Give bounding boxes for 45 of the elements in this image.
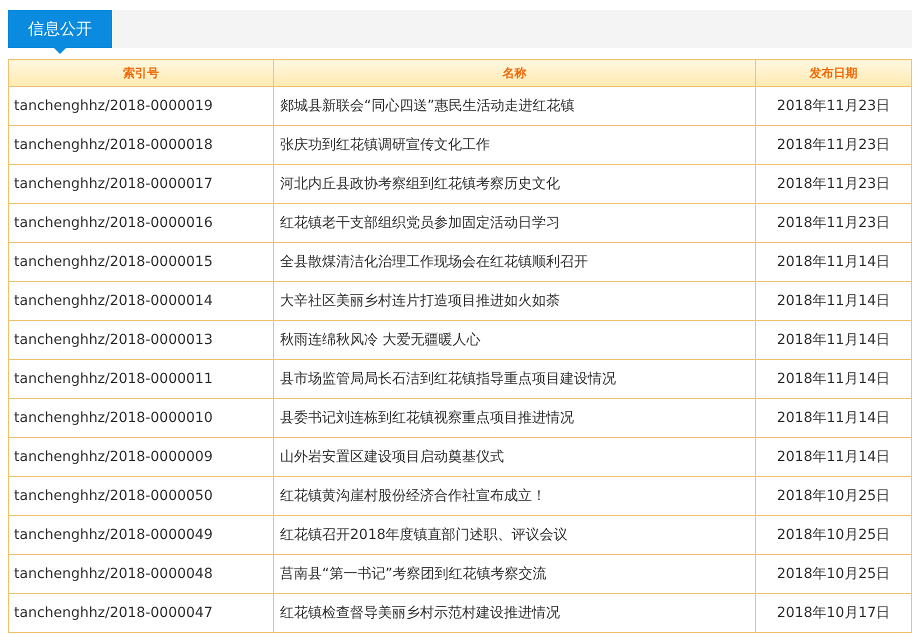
table-cell: tanchenghhz/2018-0000019 [8, 86, 274, 126]
table-cell: tanchenghhz/2018-0000047 [8, 594, 274, 632]
table-cell: 2018年10月25日 [756, 516, 912, 554]
table-cell: 2018年11月14日 [756, 398, 912, 438]
table-cell: tanchenghhz/2018-0000011 [8, 360, 274, 398]
article-link[interactable]: 全县散煤清洁化治理工作现场会在红花镇顺利召开 [274, 242, 756, 282]
column-header: 发布日期 [756, 60, 912, 86]
article-link[interactable]: 山外岩安置区建设项目启动奠基仪式 [274, 438, 756, 476]
table-cell: tanchenghhz/2018-0000018 [8, 126, 274, 164]
table-cell: 2018年11月14日 [756, 242, 912, 282]
table-cell: 2018年11月14日 [756, 320, 912, 360]
table-cell: tanchenghhz/2018-0000014 [8, 282, 274, 320]
table-cell: tanchenghhz/2018-0000050 [8, 476, 274, 516]
table-cell: tanchenghhz/2018-0000049 [8, 516, 274, 554]
table-cell: 2018年11月23日 [756, 204, 912, 242]
table-cell: 2018年10月25日 [756, 554, 912, 594]
table-cell: 2018年11月23日 [756, 164, 912, 204]
table-cell: tanchenghhz/2018-0000009 [8, 438, 274, 476]
article-link[interactable]: 张庆功到红花镇调研宣传文化工作 [274, 126, 756, 164]
article-link[interactable]: 红花镇黄沟崖村股份经济合作社宣布成立！ [274, 476, 756, 516]
article-link[interactable]: 莒南县“第一书记”考察团到红花镇考察交流 [274, 554, 756, 594]
table-cell: tanchenghhz/2018-0000017 [8, 164, 274, 204]
table-cell: tanchenghhz/2018-0000016 [8, 204, 274, 242]
table-cell: 2018年10月17日 [756, 594, 912, 632]
article-link[interactable]: 县市场监管局局长石洁到红花镇指导重点项目建设情况 [274, 360, 756, 398]
column-header: 索引号 [8, 60, 274, 86]
table-cell: 2018年11月14日 [756, 360, 912, 398]
article-link[interactable]: 县委书记刘连栋到红花镇视察重点项目推进情况 [274, 398, 756, 438]
table-cell: tanchenghhz/2018-0000010 [8, 398, 274, 438]
article-link[interactable]: 红花镇召开2018年度镇直部门述职、评议会议 [274, 516, 756, 554]
table-cell: 2018年11月23日 [756, 86, 912, 126]
column-header: 名称 [274, 60, 756, 86]
article-link[interactable]: 红花镇老干支部组织党员参加固定活动日学习 [274, 204, 756, 242]
table-cell: 2018年11月14日 [756, 282, 912, 320]
article-link[interactable]: 河北内丘县政协考察组到红花镇考察历史文化 [274, 164, 756, 204]
table-cell: tanchenghhz/2018-0000015 [8, 242, 274, 282]
article-link[interactable]: 郯城县新联会“同心四送”惠民生活动走进红花镇 [274, 86, 756, 126]
article-link[interactable]: 红花镇检查督导美丽乡村示范村建设推进情况 [274, 594, 756, 632]
article-link[interactable]: 秋雨连绵秋风冷 大爱无疆暖人心 [274, 320, 756, 360]
table-cell: 2018年11月23日 [756, 126, 912, 164]
table-cell: 2018年10月25日 [756, 476, 912, 516]
table-cell: tanchenghhz/2018-0000048 [8, 554, 274, 594]
table-cell: 2018年11月14日 [756, 438, 912, 476]
article-link[interactable]: 大辛社区美丽乡村连片打造项目推进如火如荼 [274, 282, 756, 320]
table-cell: tanchenghhz/2018-0000013 [8, 320, 274, 360]
